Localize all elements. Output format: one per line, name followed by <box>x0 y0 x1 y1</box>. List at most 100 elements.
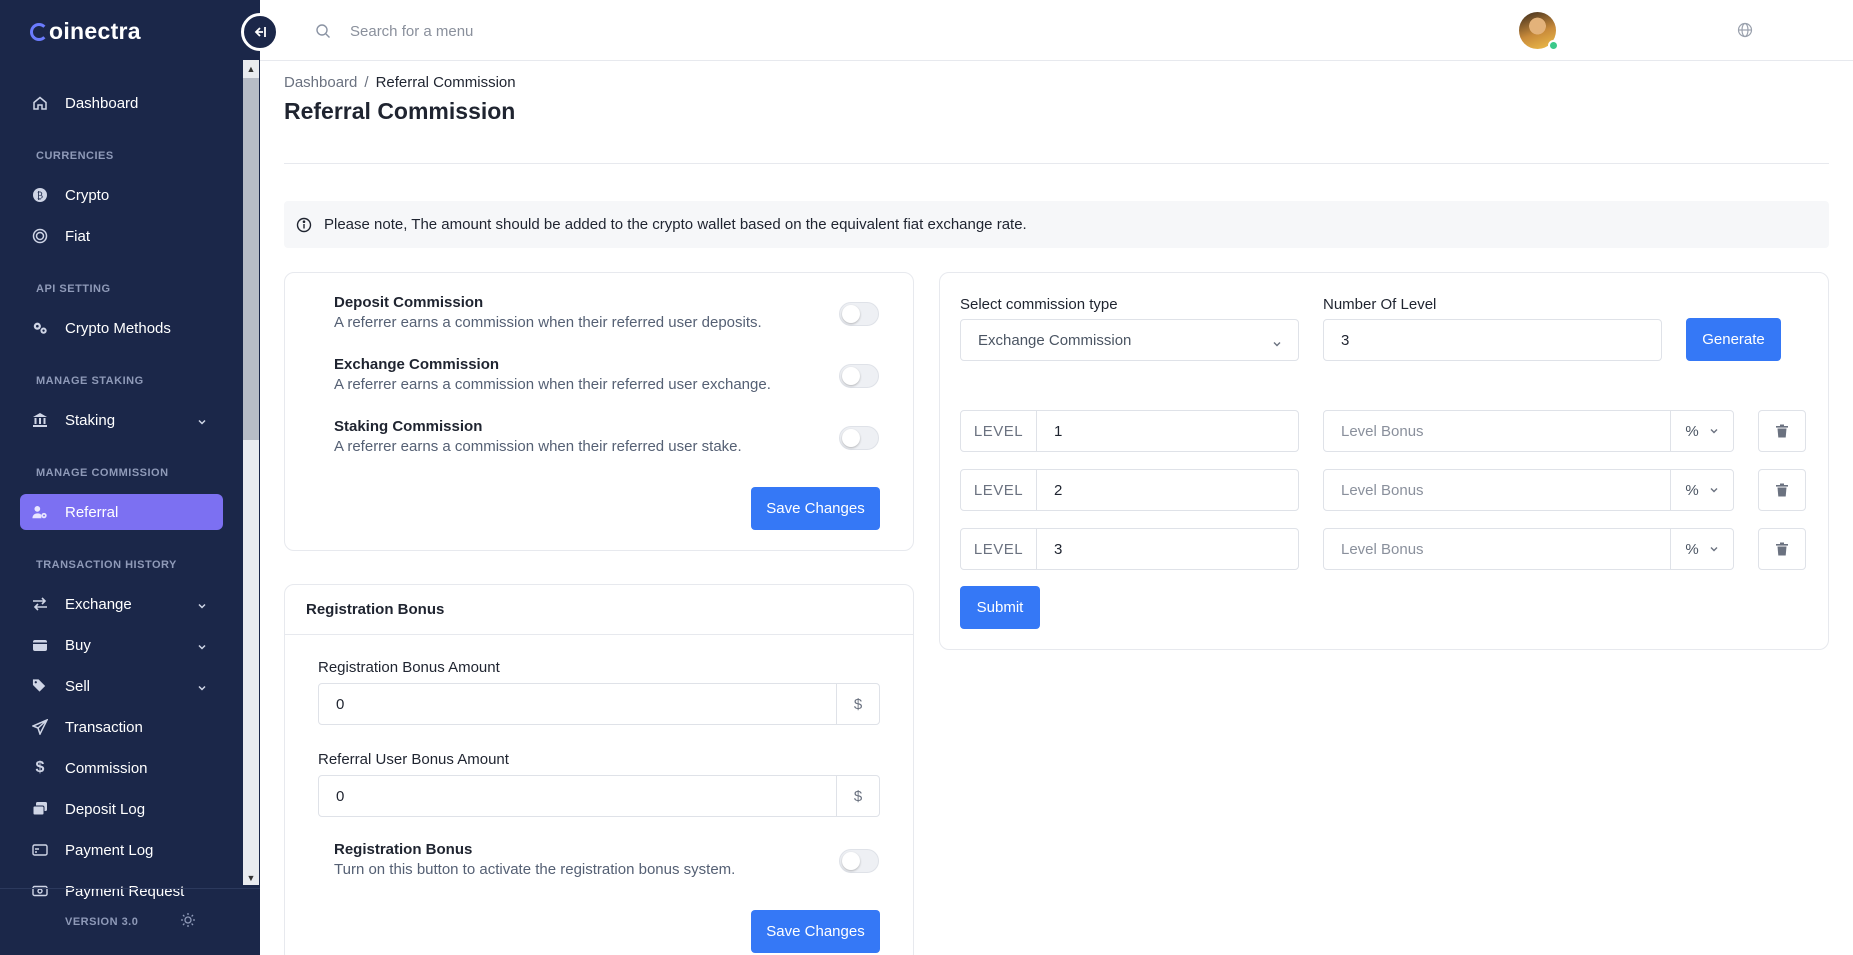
sidebar: oinectra Dashboard CURRENCIES ₿ Crypto F… <box>0 0 260 955</box>
user-gear-icon <box>32 504 48 520</box>
toggle-description: A referrer earns a commission when their… <box>334 438 742 455</box>
trash-icon <box>1776 542 1788 556</box>
level-2-input[interactable]: LEVEL 2 <box>960 469 1299 511</box>
sidebar-item-crypto[interactable]: ₿ Crypto <box>20 177 223 213</box>
brand-logo[interactable]: oinectra <box>30 18 141 45</box>
sidebar-item-commission[interactable]: $ Commission <box>20 750 223 786</box>
field-label: Referral User Bonus Amount <box>318 751 509 768</box>
chevron-down-icon <box>1710 547 1718 552</box>
dollar-icon: $ <box>35 759 45 776</box>
sidebar-item-label: Commission <box>65 759 148 777</box>
sidebar-collapse-button[interactable] <box>241 13 279 51</box>
level-bonus-input[interactable]: Level Bonus <box>1324 411 1670 451</box>
input-value[interactable]: 3 <box>1037 529 1298 569</box>
chevron-down-icon <box>1710 488 1718 493</box>
sidebar-item-crypto-methods[interactable]: Crypto Methods <box>20 310 223 346</box>
unit-select[interactable]: % <box>1670 411 1733 451</box>
card-header: Registration Bonus <box>285 585 913 635</box>
sidebar-item-label: Payment Log <box>65 841 154 859</box>
level-3-input[interactable]: LEVEL 3 <box>960 528 1299 570</box>
sidebar-item-referral[interactable]: Referral <box>20 494 223 530</box>
wallet-icon <box>32 637 48 653</box>
svg-text:₿: ₿ <box>37 191 43 202</box>
sidebar-item-deposit-log[interactable]: Deposit Log <box>20 791 223 827</box>
save-changes-button[interactable]: Save Changes <box>751 487 880 530</box>
field-label: Registration Bonus Amount <box>318 659 500 676</box>
deposit-commission-toggle[interactable] <box>839 302 879 326</box>
chevron-down-icon <box>197 414 207 431</box>
toggle-description: Turn on this button to activate the regi… <box>334 861 736 878</box>
search-input[interactable] <box>350 18 850 44</box>
breadcrumb-separator: / <box>364 74 369 91</box>
registration-bonus-amount-field[interactable]: 0 $ <box>318 683 880 725</box>
level-prefix: LEVEL <box>961 411 1037 451</box>
input-value[interactable]: 0 <box>319 776 836 816</box>
level-1-input[interactable]: LEVEL 1 <box>960 410 1299 452</box>
search-icon <box>315 23 331 44</box>
theme-sun-icon[interactable] <box>180 912 196 933</box>
sidebar-item-label: Referral <box>65 503 119 521</box>
number-of-level-input[interactable]: 3 <box>1323 319 1662 361</box>
unit-value: % <box>1685 422 1699 440</box>
sidebar-item-buy[interactable]: Buy <box>20 627 223 663</box>
coin-logo-icon <box>30 22 48 41</box>
chevron-down-icon <box>1272 336 1282 353</box>
level-2-bonus-field[interactable]: Level Bonus % <box>1323 469 1734 511</box>
sidebar-item-dashboard[interactable]: Dashboard <box>20 85 223 121</box>
brand-name: oinectra <box>49 18 141 44</box>
input-value[interactable]: 0 <box>319 684 836 724</box>
generate-button[interactable]: Generate <box>1686 318 1781 361</box>
staking-commission-toggle[interactable] <box>839 426 879 450</box>
sidebar-item-label: Fiat <box>65 227 91 245</box>
sidebar-item-label: Buy <box>65 636 91 654</box>
input-value[interactable]: 3 <box>1324 320 1661 360</box>
language-globe-icon[interactable] <box>1737 22 1753 43</box>
level-1-bonus-field[interactable]: Level Bonus % <box>1323 410 1734 452</box>
credit-card-icon <box>32 842 48 858</box>
trash-icon <box>1776 483 1788 497</box>
exchange-commission-toggle[interactable] <box>839 364 879 388</box>
currency-addon: $ <box>836 684 879 724</box>
sidebar-scrollbar-thumb[interactable] <box>243 78 259 440</box>
sidebar-item-transaction[interactable]: Transaction <box>20 709 223 745</box>
input-value[interactable]: 1 <box>1037 411 1298 451</box>
delete-level-3-button[interactable] <box>1758 528 1806 570</box>
toggle-description: A referrer earns a commission when their… <box>334 376 771 393</box>
toggle-title: Staking Commission <box>334 418 483 435</box>
referral-user-bonus-amount-field[interactable]: 0 $ <box>318 775 880 817</box>
field-label: Select commission type <box>960 296 1118 313</box>
unit-select[interactable]: % <box>1670 529 1733 569</box>
scroll-up-arrow-icon[interactable]: ▲ <box>246 64 256 74</box>
currency-addon: $ <box>836 776 879 816</box>
delete-level-2-button[interactable] <box>1758 469 1806 511</box>
sidebar-item-staking[interactable]: Staking <box>20 402 223 438</box>
delete-level-1-button[interactable] <box>1758 410 1806 452</box>
commission-type-select[interactable]: Exchange Commission <box>960 319 1299 361</box>
input-value[interactable]: 2 <box>1037 470 1298 510</box>
registration-bonus-toggle[interactable] <box>839 849 879 873</box>
level-commission-card: Select commission type Exchange Commissi… <box>939 272 1829 650</box>
sidebar-item-exchange[interactable]: Exchange <box>20 586 223 622</box>
breadcrumb-dashboard-link[interactable]: Dashboard <box>284 74 357 91</box>
unit-select[interactable]: % <box>1670 470 1733 510</box>
sidebar-nav: Dashboard CURRENCIES ₿ Crypto Fiat API S… <box>20 85 223 914</box>
submit-button[interactable]: Submit <box>960 586 1040 629</box>
level-3-bonus-field[interactable]: Level Bonus % <box>1323 528 1734 570</box>
divider <box>284 163 1829 164</box>
commission-toggles-card: Deposit Commission A referrer earns a co… <box>284 272 914 551</box>
toggle-title: Registration Bonus <box>334 841 473 858</box>
level-bonus-input[interactable]: Level Bonus <box>1324 470 1670 510</box>
sidebar-item-label: Transaction <box>65 718 143 736</box>
save-changes-button[interactable]: Save Changes <box>751 910 880 953</box>
chevron-down-icon <box>1710 429 1718 434</box>
sidebar-item-fiat[interactable]: Fiat <box>20 218 223 254</box>
nav-heading-currencies: CURRENCIES <box>36 150 114 162</box>
fiat-coin-icon <box>32 228 48 244</box>
sidebar-item-label: Staking <box>65 411 116 429</box>
level-bonus-input[interactable]: Level Bonus <box>1324 529 1670 569</box>
deposit-commission-row: Deposit Commission A referrer earns a co… <box>334 294 879 331</box>
scroll-down-arrow-icon[interactable]: ▼ <box>246 873 256 883</box>
chevron-down-icon <box>197 598 207 615</box>
sidebar-item-sell[interactable]: Sell <box>20 668 223 704</box>
sidebar-item-payment-log[interactable]: Payment Log <box>20 832 223 868</box>
